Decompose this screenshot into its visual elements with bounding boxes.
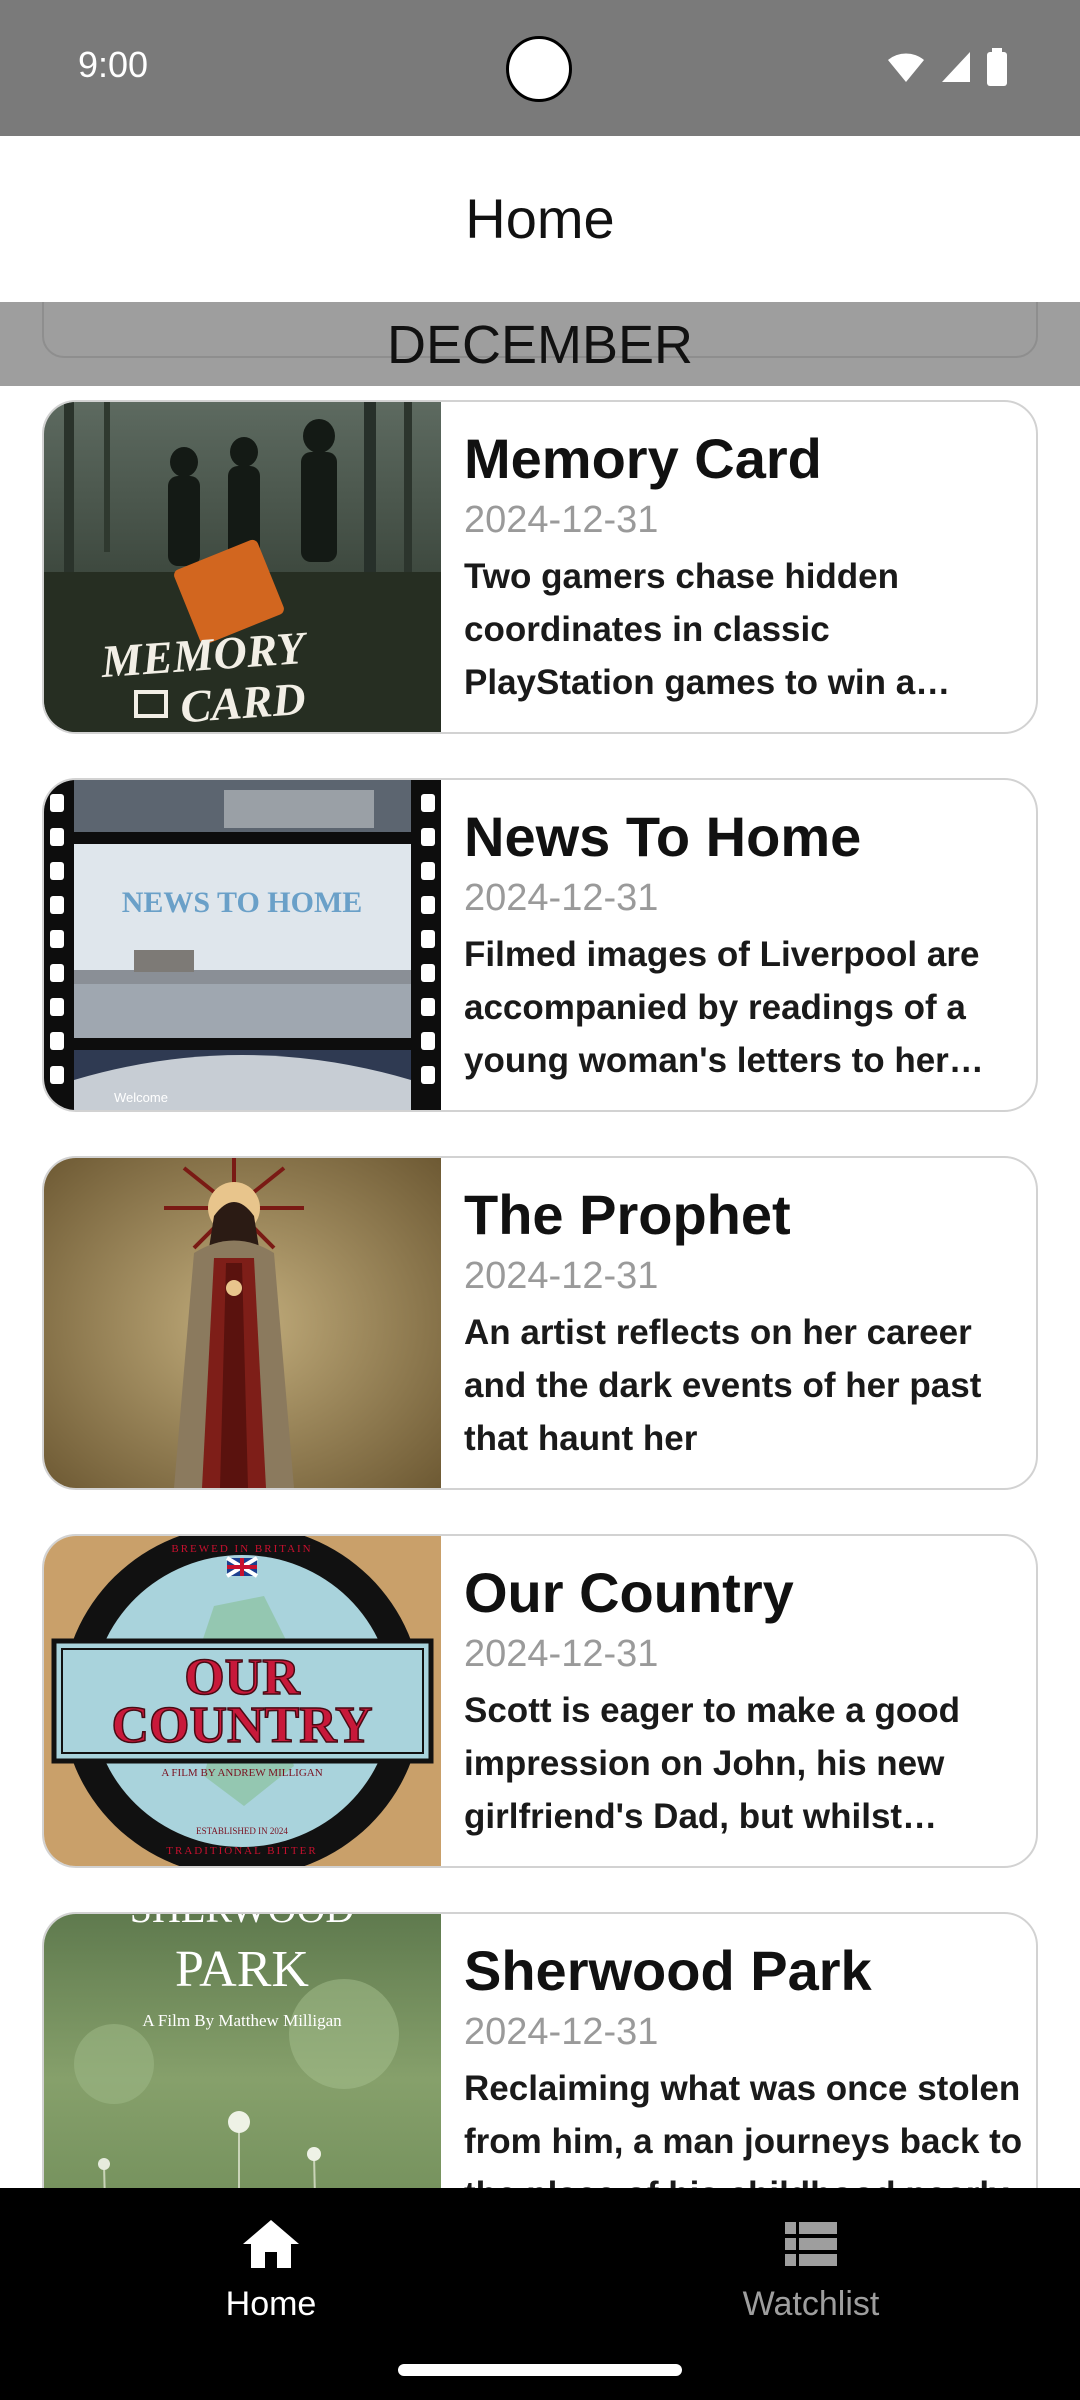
- poster-welcome-sign: Welcome: [114, 1090, 168, 1105]
- movie-description: Scott is eager to make a good impression…: [464, 1691, 960, 1836]
- movie-description: Filmed images of Liverpool are accompani…: [464, 935, 980, 1080]
- top-app-bar: Home: [0, 136, 1080, 302]
- movie-list[interactable]: DECEMBER MEMORY CARD Memory Card 2024-12…: [0, 302, 1080, 2188]
- nav-label-watchlist: Watchlist: [742, 2285, 880, 2323]
- poster-title-line-1: SHERWOOD: [130, 1914, 354, 1931]
- gesture-navigation-handle[interactable]: [398, 2364, 682, 2376]
- movie-release-date: 2024-12-31: [464, 2011, 659, 2053]
- battery-icon: [987, 48, 1007, 86]
- movie-title: Our Country: [464, 1561, 794, 1624]
- movie-release-date: 2024-12-31: [464, 1633, 659, 1675]
- poster-credit: A FILM BY ANDREW MILLIGAN: [161, 1767, 322, 1779]
- movie-card[interactable]: MEMORY CARD Memory Card 2024-12-31 Two g…: [42, 400, 1038, 734]
- cell-signal-icon: [942, 52, 970, 82]
- movie-description: Reclaiming what was once stolen from him…: [464, 2069, 1023, 2188]
- page-title: Home: [465, 187, 615, 250]
- movie-description: Two gamers chase hidden coordinates in c…: [464, 557, 916, 702]
- status-bar: 9:00: [0, 0, 1080, 136]
- list-icon: [785, 2222, 837, 2266]
- movie-card[interactable]: BREWED IN BRITAIN OUR COUNTRY A FILM BY …: [42, 1534, 1038, 1868]
- movie-poster: BREWED IN BRITAIN OUR COUNTRY A FILM BY …: [44, 1536, 441, 1866]
- movie-poster: SHERWOOD PARK A Film By Matthew Milligan: [44, 1914, 441, 2188]
- nav-label-home: Home: [225, 2285, 317, 2323]
- nav-item-home[interactable]: Home: [121, 2216, 421, 2324]
- home-icon: [243, 2220, 299, 2268]
- nav-item-watchlist[interactable]: Watchlist: [661, 2216, 961, 2324]
- movie-card[interactable]: SHERWOOD PARK A Film By Matthew Milligan…: [42, 1912, 1038, 2188]
- poster-bottom-text: TRADITIONAL BITTER: [166, 1845, 317, 1857]
- status-icons: [886, 48, 1008, 86]
- movie-title: News To Home: [464, 805, 862, 868]
- movie-poster: [44, 1158, 441, 1488]
- movie-release-date: 2024-12-31: [464, 877, 659, 919]
- camera-cutout: [506, 36, 572, 102]
- movie-card[interactable]: The Prophet 2024-12-31 An artist reflect…: [42, 1156, 1038, 1490]
- movie-card[interactable]: NEWS TO HOME Welcome News To Home 2024-1…: [42, 778, 1038, 1112]
- month-label: DECEMBER: [386, 315, 694, 375]
- poster-title-line-2: PARK: [175, 1941, 309, 1998]
- movie-poster: NEWS TO HOME Welcome: [44, 780, 441, 1110]
- movie-title: Sherwood Park: [464, 1939, 872, 2002]
- movie-release-date: 2024-12-31: [464, 499, 659, 541]
- movie-release-date: 2024-12-31: [464, 1255, 659, 1297]
- poster-established: ESTABLISHED IN 2024: [196, 1826, 288, 1836]
- movie-poster: MEMORY CARD: [44, 402, 441, 732]
- status-time: 9:00: [78, 44, 149, 85]
- poster-title: NEWS TO HOME: [122, 886, 363, 919]
- month-section-header: DECEMBER: [0, 302, 1080, 386]
- poster-top-text: BREWED IN BRITAIN: [171, 1543, 312, 1555]
- movie-description: An artist reflects on her career and the…: [464, 1313, 982, 1458]
- wifi-icon: [888, 53, 924, 82]
- poster-title-line-2: CARD: [179, 673, 308, 732]
- movie-title: The Prophet: [464, 1183, 791, 1246]
- poster-credit: A Film By Matthew Milligan: [142, 2011, 342, 2030]
- poster-title-line-2: COUNTRY: [111, 1697, 372, 1754]
- movie-title: Memory Card: [464, 427, 822, 490]
